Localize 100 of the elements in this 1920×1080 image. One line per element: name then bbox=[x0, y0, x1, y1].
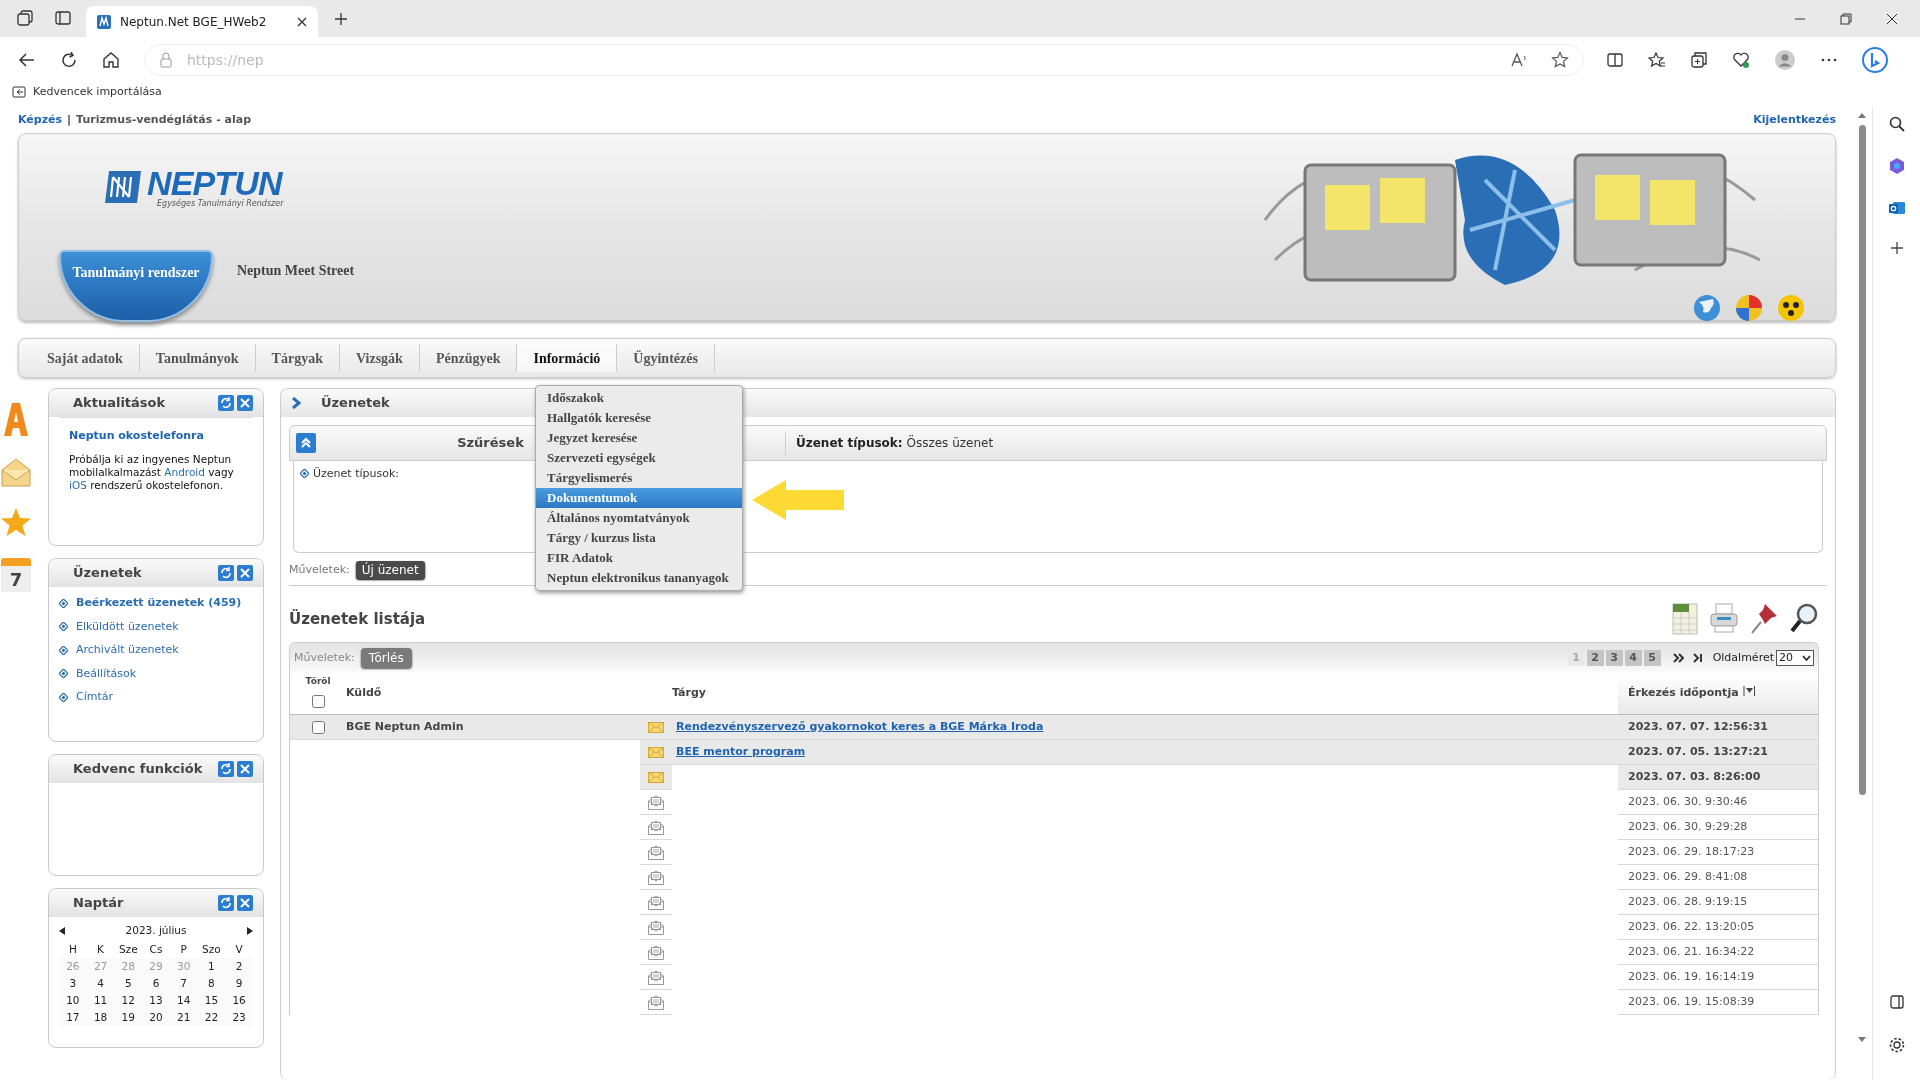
page-size-select[interactable]: 20 bbox=[1776, 650, 1814, 666]
dropdown-item[interactable]: Dokumentumok bbox=[536, 488, 742, 508]
dropdown-item[interactable]: Neptun elektronikus tananyagok bbox=[536, 568, 742, 588]
close-icon[interactable] bbox=[1886, 13, 1898, 25]
scroll-down-icon[interactable] bbox=[1857, 1036, 1867, 1044]
dropdown-item[interactable]: Hallgatók keresése bbox=[536, 408, 742, 428]
collections-icon[interactable] bbox=[1690, 51, 1708, 69]
menu-item[interactable]: Információ bbox=[517, 344, 618, 372]
split-screen-icon[interactable] bbox=[1606, 51, 1624, 69]
collapse-icon[interactable] bbox=[296, 433, 316, 453]
date-cell-text: 2023. 06. 29. 8:41:08 bbox=[1628, 868, 1748, 885]
diamond-bullet-icon bbox=[59, 669, 68, 679]
weekday-label: Cs bbox=[148, 941, 164, 957]
calendar-day[interactable]: 2 bbox=[225, 957, 253, 975]
profile-avatar-icon[interactable] bbox=[1774, 49, 1796, 71]
menu-item[interactable]: Tanulmányok bbox=[139, 344, 256, 372]
read-aloud-icon[interactable] bbox=[1511, 52, 1529, 68]
panel-title: Kedvenc funkciók bbox=[73, 760, 203, 779]
logo-subtitle: Egységes Tanulmányi Rendszer bbox=[157, 200, 284, 208]
printer-icon[interactable] bbox=[1709, 602, 1739, 636]
message-folder-link[interactable]: Beérkezett üzenetek (459) bbox=[76, 595, 242, 612]
message-folder-link[interactable]: Címtár bbox=[76, 689, 114, 706]
system-tab[interactable]: Neptun Meet Street bbox=[233, 250, 359, 290]
caret-icon bbox=[1802, 655, 1811, 661]
filter-title: Szűrések bbox=[457, 434, 524, 453]
mail-app-icon[interactable] bbox=[1887, 199, 1906, 217]
subject-link[interactable]: BEE mentor program bbox=[676, 743, 806, 761]
breadcrumb-link[interactable]: Képzés bbox=[18, 111, 63, 129]
message-folder-link[interactable]: Beállítások bbox=[76, 665, 137, 682]
system-tab[interactable]: Tanulmányi rendszer bbox=[59, 250, 213, 322]
spreadsheet-icon[interactable] bbox=[1671, 602, 1699, 636]
sort-icon[interactable] bbox=[1742, 685, 1755, 696]
page-button[interactable]: 5 bbox=[1643, 650, 1661, 666]
logout-link[interactable]: Kijelentkezés bbox=[1753, 111, 1836, 129]
sidebar-panel-icon[interactable] bbox=[1888, 994, 1905, 1010]
previous-month-icon[interactable] bbox=[59, 926, 65, 935]
dropdown-item[interactable]: Általános nyomtatványok bbox=[536, 508, 742, 528]
accessibility-icon[interactable] bbox=[1777, 294, 1805, 322]
color-wheel-icon[interactable] bbox=[1735, 294, 1763, 322]
panel-title: Üzenetek bbox=[321, 394, 390, 413]
dropdown-item[interactable]: Időszakok bbox=[536, 388, 742, 408]
menu-item[interactable]: Vizsgák bbox=[339, 344, 420, 372]
scrollbar-thumb[interactable] bbox=[1858, 125, 1866, 795]
page-button[interactable]: 3 bbox=[1605, 650, 1623, 666]
last-page-icon[interactable] bbox=[1692, 653, 1703, 663]
star-icon[interactable] bbox=[0, 506, 32, 538]
back-icon[interactable] bbox=[18, 51, 36, 69]
news-link[interactable]: Android bbox=[164, 465, 205, 478]
date-cell-text: 2023. 06. 28. 9:19:15 bbox=[1628, 893, 1748, 910]
hexagon-logo-icon[interactable] bbox=[1887, 157, 1906, 175]
settings-icon[interactable] bbox=[1887, 1036, 1906, 1054]
menu-item[interactable]: Tárgyak bbox=[255, 344, 340, 372]
select-all-checkbox[interactable] bbox=[311, 694, 325, 708]
heart-pulse-icon[interactable] bbox=[1732, 51, 1750, 69]
dropdown-item[interactable]: Tárgy / kurzus lista bbox=[536, 528, 742, 548]
dropdown-item[interactable]: Jegyzet keresése bbox=[536, 428, 742, 448]
date-cell-text: 2023. 06. 19. 15:08:39 bbox=[1628, 993, 1755, 1010]
star-icon[interactable] bbox=[1551, 51, 1569, 69]
search-icon[interactable] bbox=[1887, 115, 1906, 133]
news-heading-link[interactable]: Neptun okostelefonra bbox=[69, 428, 243, 445]
home-icon[interactable] bbox=[102, 51, 120, 69]
favorites-link[interactable]: Kedvencek importálása bbox=[12, 83, 162, 101]
pushpin-icon[interactable] bbox=[1749, 602, 1779, 636]
weekday-label: Szo bbox=[201, 941, 222, 957]
new-message-button[interactable]: Új üzenet bbox=[355, 561, 425, 579]
page-button[interactable]: 4 bbox=[1624, 650, 1642, 666]
dropdown-item[interactable]: Szervezeti egységek bbox=[536, 448, 742, 468]
delete-button[interactable]: Törlés bbox=[360, 648, 412, 668]
message-folder-link[interactable]: Elküldött üzenetek bbox=[76, 618, 179, 635]
message-folder-link[interactable]: Archivált üzenetek bbox=[76, 642, 179, 659]
menu-item[interactable]: Pénzügyek bbox=[419, 344, 518, 372]
close-icon[interactable] bbox=[296, 15, 308, 28]
news-text: Próbálja ki az ingyenes Neptun mobilalkalmazást Android vagy iOS rendszerű okostelefonon. bbox=[69, 452, 235, 492]
add-icon[interactable] bbox=[1889, 241, 1904, 255]
refresh-icon[interactable] bbox=[60, 51, 78, 69]
list-title: Üzenetek listája bbox=[289, 608, 426, 630]
menu-item[interactable]: Saját adatok bbox=[31, 344, 140, 372]
favorites-icon[interactable] bbox=[1648, 51, 1666, 69]
dropdown-item[interactable]: FIR Adatok bbox=[536, 548, 742, 568]
calendar-day[interactable]: 1 bbox=[197, 957, 226, 975]
globe-icon[interactable] bbox=[1693, 294, 1721, 322]
news-link[interactable]: iOS bbox=[69, 478, 87, 491]
browser-tab[interactable]: Neptun.Net BGE_HWeb2 bbox=[86, 6, 318, 37]
dropdown-item[interactable]: Tárgyelismerés bbox=[536, 468, 742, 488]
next-month-icon[interactable] bbox=[247, 926, 253, 935]
sender-cell-text: BGE Neptun Admin bbox=[346, 718, 464, 735]
restore-icon[interactable] bbox=[1840, 13, 1852, 25]
panel-title: Aktualitások bbox=[73, 394, 166, 413]
weekday-label: K bbox=[96, 941, 105, 957]
row-checkbox[interactable] bbox=[311, 720, 325, 734]
filter-field-label: Üzenet típusok: bbox=[313, 469, 399, 479]
workspaces-icon[interactable] bbox=[16, 9, 34, 27]
menu-item[interactable]: Ügyintézés bbox=[617, 344, 715, 372]
next-page-icon[interactable] bbox=[1672, 653, 1685, 663]
scroll-up-icon[interactable] bbox=[1857, 111, 1867, 119]
copilot-logo-icon[interactable] bbox=[1862, 47, 1888, 73]
new-tab-icon[interactable] bbox=[334, 12, 348, 26]
weekday-label: V bbox=[234, 941, 244, 957]
tab-actions-icon[interactable] bbox=[54, 9, 72, 27]
page-button[interactable]: 2 bbox=[1586, 650, 1604, 666]
